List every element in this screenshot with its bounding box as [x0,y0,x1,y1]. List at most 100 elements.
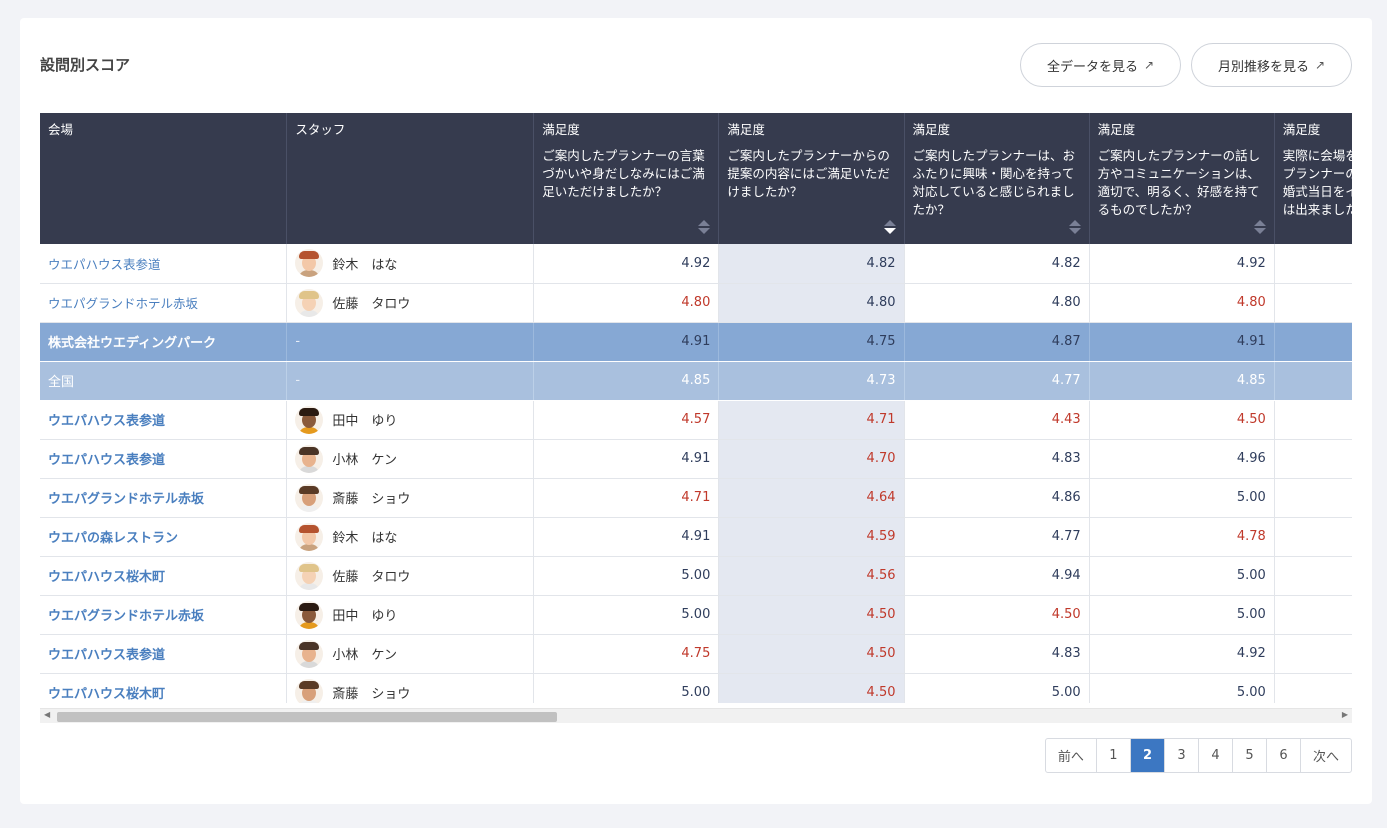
header-question: ご案内したプランナーは、おふたりに興味・関心を持って対応していると感じられました… [912,148,1076,217]
header-q2[interactable]: 満足度 ご案内したプランナーからの提案の内容にはご満足いただけましたか？ [718,113,905,244]
page-title: 設問別スコア [40,56,131,74]
score-cell: 4.94 [904,556,1090,596]
score-cell: 4.96 [1089,439,1275,479]
sort-icon[interactable] [1068,218,1081,236]
header-question: ご案内したプランナーからの提案の内容にはご満足いただけましたか？ [727,148,890,199]
table-row: ウエパハウス桜木町 佐藤 タロウ 5.00 4.56 4.94 5.00 [40,556,1352,596]
venue-cell[interactable]: ウエパグランドホテル赤坂 [40,595,288,635]
empty-staff: - [295,373,301,388]
score-cell: 4.83 [904,634,1090,674]
header-label: 満足度 [542,122,580,137]
score-table-container[interactable]: 会場 スタッフ 満足度 ご案内したプランナーの言葉づかいや身だしなみにはご満足い… [40,113,1352,703]
header-q3[interactable]: 満足度 ご案内したプランナーは、おふたりに興味・関心を持って対応していると感じら… [904,113,1090,244]
header-question: ご案内したプランナーの言葉づかいや身だしなみにはご満足いただけましたか？ [542,148,705,199]
score-cell [1274,673,1352,703]
score-table: 会場 スタッフ 満足度 ご案内したプランナーの言葉づかいや身だしなみにはご満足い… [40,113,1352,703]
page-6-button[interactable]: 6 [1267,739,1301,772]
next-page-button[interactable]: 次へ [1301,739,1351,772]
sort-icon[interactable] [698,218,711,236]
staff-cell: 斎藤 ショウ [286,673,535,703]
score-cell: 5.00 [1089,595,1275,635]
venue-cell[interactable]: ウエパグランドホテル赤坂 [40,478,288,518]
venue-cell[interactable]: ウエパハウス表参道 [40,244,288,284]
staff-name: 佐藤 タロウ [332,297,411,312]
table-row: ウエパハウス表参道 小林 ケン 4.91 4.70 4.83 4.96 [40,439,1352,479]
score-cell: 5.00 [904,673,1090,703]
staff-cell: - [286,322,535,362]
staff-cell: 斎藤 ショウ [286,478,535,518]
all-data-button[interactable]: 全データを見る ↗ [1020,43,1181,87]
score-cell [1274,283,1352,323]
staff-name: 斎藤 ショウ [332,492,411,507]
score-cell: 4.43 [904,400,1090,440]
score-cell: 4.59 [718,517,905,557]
score-cell: 4.64 [718,478,905,518]
avatar [295,639,324,668]
score-cell: 4.92 [533,244,720,284]
score-cell: 5.00 [1089,556,1275,596]
score-cell [1274,517,1352,557]
monthly-trend-button[interactable]: 月別推移を見る ↗ [1191,43,1352,87]
page-5-button[interactable]: 5 [1233,739,1267,772]
table-row: ウエパハウス桜木町 斎藤 ショウ 5.00 4.50 5.00 5.00 [40,673,1352,703]
score-cell: 4.87 [904,322,1090,362]
scroll-left-icon[interactable]: ◀ [44,710,50,719]
avatar [295,288,324,317]
header-label: 満足度 [1282,122,1321,137]
scroll-right-icon[interactable]: ▶ [1342,710,1348,719]
header-q4[interactable]: 満足度 ご案内したプランナーの話し方やコミュニケーションは、適切で、明るく、好感… [1089,113,1275,244]
page-3-button[interactable]: 3 [1165,739,1199,772]
prev-page-button[interactable]: 前へ [1046,739,1097,772]
score-cell: 4.91 [1089,322,1275,362]
header-q1[interactable]: 満足度 ご案内したプランナーの言葉づかいや身だしなみにはご満足いただけましたか？ [533,113,720,244]
table-row: ウエパハウス表参道 田中 ゆり 4.57 4.71 4.43 4.50 [40,400,1352,440]
score-cell: 4.80 [533,283,720,323]
table-row: ウエパグランドホテル赤坂 佐藤 タロウ 4.80 4.80 4.80 4.80 [40,283,1352,323]
table-row: ウエパグランドホテル赤坂 斎藤 ショウ 4.71 4.64 4.86 5.00 [40,478,1352,518]
scrollbar-thumb[interactable] [57,712,557,722]
score-cell: 4.92 [1089,244,1275,284]
score-cell: 4.56 [718,556,905,596]
table-row: 全国 -4.85 4.73 4.77 4.85 [40,361,1352,401]
venue-cell[interactable]: ウエパハウス表参道 [40,634,288,674]
venue-cell: 株式会社ウエディングパーク [40,322,288,362]
venue-cell[interactable]: ウエパの森レストラン [40,517,288,557]
avatar [295,483,324,512]
staff-cell: 小林 ケン [286,439,535,479]
score-cell: 4.50 [718,634,905,674]
staff-cell: 佐藤 タロウ [286,556,535,596]
score-cell: 5.00 [533,556,720,596]
table-row: 株式会社ウエディングパーク -4.91 4.75 4.87 4.91 [40,322,1352,362]
staff-cell: 鈴木 はな [286,517,535,557]
score-cell [1274,400,1352,440]
header-label: 満足度 [727,122,765,137]
score-cell [1274,322,1352,362]
score-cell: 4.71 [533,478,720,518]
score-cell [1274,595,1352,635]
sort-desc-icon[interactable] [883,218,896,236]
horizontal-scrollbar[interactable]: ◀ ▶ [40,708,1352,723]
score-cell: 4.75 [718,322,905,362]
score-cell: 4.80 [718,283,905,323]
page-1-button[interactable]: 1 [1097,739,1131,772]
score-cell: 5.00 [1089,478,1275,518]
score-cell: 4.77 [904,517,1090,557]
venue-cell[interactable]: ウエパハウス桜木町 [40,556,288,596]
score-cell: 4.92 [1089,634,1275,674]
header-q5[interactable]: 満足度 実際に会場をご覧頂いた際、プランナーの説明によって結婚式当日をイメージす… [1274,113,1352,244]
score-cell: 4.71 [718,400,905,440]
score-cell: 4.82 [904,244,1090,284]
page-2-button[interactable]: 2 [1130,739,1165,772]
score-cell: 4.91 [533,322,720,362]
venue-cell[interactable]: ウエパハウス表参道 [40,400,288,440]
all-data-label: 全データを見る [1046,59,1138,75]
venue-cell[interactable]: ウエパハウス桜木町 [40,673,288,703]
avatar [295,678,324,703]
venue-cell[interactable]: ウエパハウス表参道 [40,439,288,479]
venue-cell[interactable]: ウエパグランドホテル赤坂 [40,283,288,323]
pagination: 前へ 1 2 3 4 5 6 次へ [1044,738,1352,773]
page-4-button[interactable]: 4 [1199,739,1233,772]
sort-icon[interactable] [1253,218,1266,236]
table-row: ウエパの森レストラン 鈴木 はな 4.91 4.59 4.77 4.78 [40,517,1352,557]
score-cell: 4.50 [718,595,905,635]
